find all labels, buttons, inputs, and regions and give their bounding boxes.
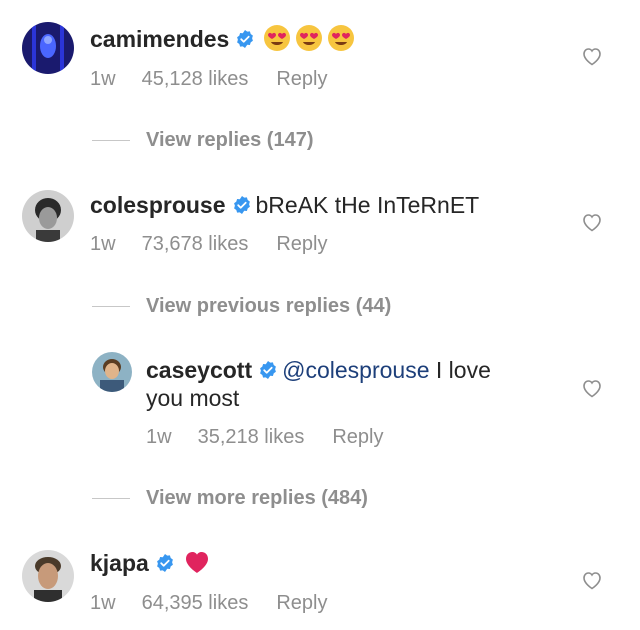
emoji-heart-eyes-icon — [327, 24, 355, 52]
reply-divider — [92, 140, 130, 141]
view-replies-link[interactable]: View replies (147) — [146, 125, 314, 155]
comment-time: 1w — [90, 68, 116, 90]
comment-text: I love — [429, 357, 491, 383]
emoji-red-heart-icon — [183, 548, 211, 576]
avatar-caseycott[interactable] — [92, 352, 132, 392]
likes-count[interactable]: 35,218 likes — [198, 424, 305, 450]
avatar-camimendes[interactable] — [22, 22, 74, 74]
view-more-replies-link[interactable]: View more replies (484) — [146, 483, 368, 513]
reply-divider — [92, 306, 130, 307]
verified-badge-icon — [260, 361, 277, 379]
comment-camimendes: camimendes 1w 45,128 likes Reply — [0, 0, 640, 120]
username[interactable]: camimendes — [90, 26, 229, 52]
avatar-colesprouse[interactable] — [22, 190, 74, 242]
view-previous-replies-row[interactable]: View previous replies (44) — [0, 291, 640, 321]
username[interactable]: colesprouse — [90, 192, 226, 218]
verified-badge-icon — [233, 196, 250, 214]
reply-button[interactable]: Reply — [276, 231, 327, 257]
likes-count[interactable]: 73,678 likes — [142, 231, 249, 257]
emoji-heart-eyes-icon — [263, 24, 291, 52]
emoji-heart-eyes-icon — [295, 24, 323, 52]
comment-text: bReAK tHe InTeRnET — [255, 192, 480, 218]
like-heart-icon[interactable] — [580, 44, 604, 68]
like-heart-icon[interactable] — [580, 376, 604, 400]
username[interactable]: caseycott — [146, 357, 252, 383]
comment-text-continued: you most — [146, 385, 240, 411]
likes-count[interactable]: 45,128 likes — [142, 66, 249, 92]
verified-badge-icon — [156, 554, 173, 572]
avatar-kjapa[interactable] — [22, 550, 74, 602]
mention-link[interactable]: @colesprouse — [282, 357, 429, 383]
like-heart-icon[interactable] — [580, 568, 604, 592]
view-more-replies-row[interactable]: View more replies (484) — [0, 483, 640, 513]
verified-badge-icon — [237, 30, 254, 48]
comment-time: 1w — [146, 426, 172, 448]
like-heart-icon[interactable] — [580, 210, 604, 234]
reply-button[interactable]: Reply — [276, 590, 327, 616]
comment-time: 1w — [90, 233, 116, 255]
view-replies-row[interactable]: View replies (147) — [0, 125, 640, 155]
likes-count[interactable]: 64,395 likes — [142, 590, 249, 616]
reply-button[interactable]: Reply — [332, 424, 383, 450]
username[interactable]: kjapa — [90, 550, 149, 576]
view-previous-replies-link[interactable]: View previous replies (44) — [146, 291, 391, 321]
reply-divider — [92, 498, 130, 499]
reply-button[interactable]: Reply — [276, 66, 327, 92]
comment-time: 1w — [90, 592, 116, 614]
